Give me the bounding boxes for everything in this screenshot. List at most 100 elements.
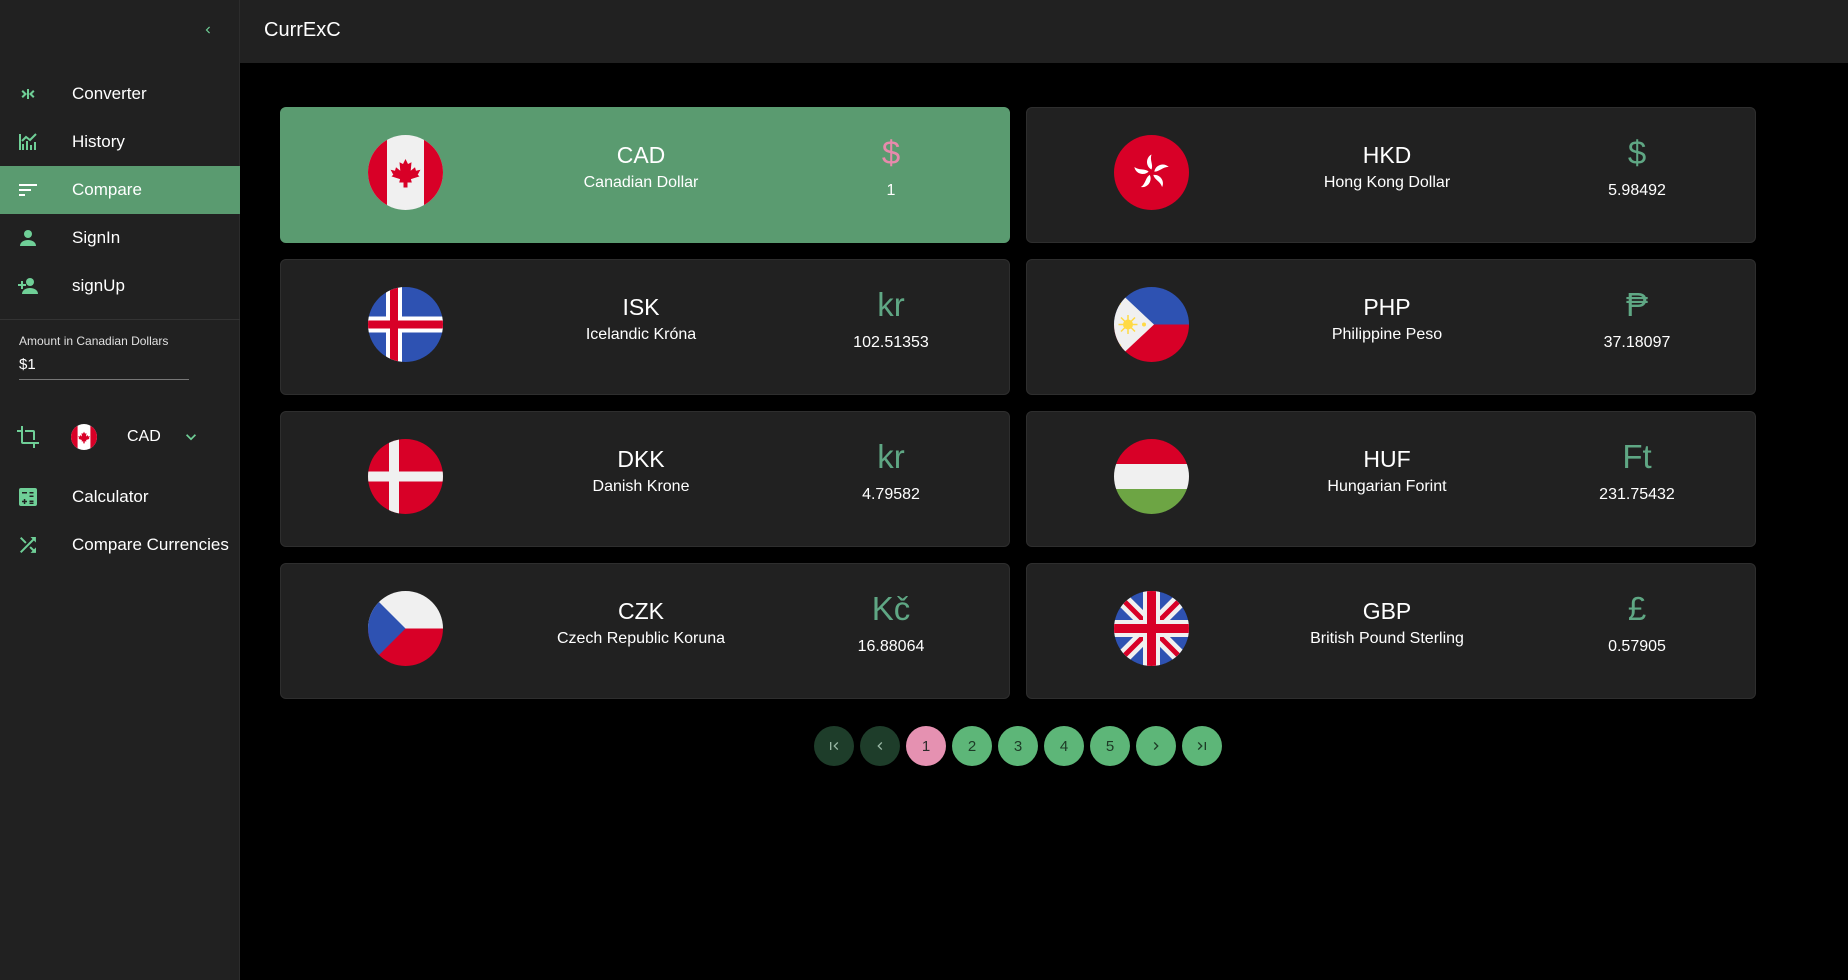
currency-code: HKD bbox=[1362, 142, 1412, 168]
canada-flag-icon bbox=[71, 424, 97, 450]
nav-label-signup: signUp bbox=[72, 276, 125, 295]
canada-flag-icon bbox=[368, 135, 443, 210]
next-page-button[interactable] bbox=[1136, 726, 1176, 766]
nav-label-compare: Compare bbox=[72, 180, 142, 199]
currency-symbol: kr bbox=[877, 286, 905, 323]
currency-rate: 1 bbox=[886, 182, 896, 199]
nav-item-signup[interactable]: signUp bbox=[0, 262, 240, 310]
base-currency-code: CAD bbox=[127, 428, 161, 445]
currency-code: CZK bbox=[618, 598, 664, 624]
first-page-icon bbox=[830, 742, 839, 750]
currency-name: Hong Kong Dollar bbox=[1323, 174, 1451, 191]
currency-code: CAD bbox=[616, 142, 666, 168]
app-title: CurrExC bbox=[264, 19, 341, 41]
currency-rate: 4.79582 bbox=[862, 486, 920, 503]
currency-card-gbp[interactable]: GBP British Pound Sterling £ 0.57905 bbox=[1026, 563, 1756, 699]
currency-symbol: Ft bbox=[1622, 438, 1652, 475]
nav-item-calculator[interactable]: Calculator bbox=[0, 473, 240, 521]
previous-page-button[interactable] bbox=[860, 726, 900, 766]
page-button-2[interactable]: 2 bbox=[952, 726, 992, 766]
amount-input[interactable] bbox=[19, 354, 189, 380]
nav-label-compare-currencies: Compare Currencies bbox=[72, 535, 229, 554]
last-page-button[interactable] bbox=[1182, 726, 1222, 766]
calculator-icon bbox=[0, 485, 56, 509]
collapse-sidebar-button[interactable] bbox=[196, 18, 220, 42]
currency-name: Hungarian Forint bbox=[1327, 478, 1447, 495]
currency-rate: 16.88064 bbox=[857, 638, 925, 655]
base-currency-row: CAD bbox=[0, 412, 240, 462]
nav-item-converter[interactable]: Converter bbox=[0, 70, 240, 118]
currency-card-hkd[interactable]: HKD Hong Kong Dollar $ 5.98492 bbox=[1026, 107, 1756, 243]
currency-code: HUF bbox=[1363, 446, 1411, 472]
currency-card-dkk[interactable]: DKK Danish Krone kr 4.79582 bbox=[280, 411, 1010, 547]
currency-symbol: kr bbox=[877, 438, 905, 475]
currency-card-php[interactable]: PHP Philippine Peso ₱ 37.18097 bbox=[1026, 259, 1756, 395]
currency-card-isk[interactable]: ISK Icelandic Króna kr 102.51353 bbox=[280, 259, 1010, 395]
currency-code: PHP bbox=[1363, 294, 1411, 320]
tools-nav: Calculator Compare Currencies bbox=[0, 473, 240, 569]
uk-flag-icon bbox=[1114, 591, 1189, 666]
hongkong-flag-icon bbox=[1114, 135, 1189, 210]
nav-label-history: History bbox=[72, 132, 125, 151]
page-button-4[interactable]: 4 bbox=[1044, 726, 1084, 766]
currency-rate: 102.51353 bbox=[853, 334, 929, 351]
currency-rate: 5.98492 bbox=[1608, 182, 1666, 199]
nav-item-signin[interactable]: SignIn bbox=[0, 214, 240, 262]
denmark-flag-icon bbox=[368, 439, 443, 514]
iceland-flag-icon bbox=[368, 287, 443, 362]
czech-flag-icon bbox=[368, 591, 443, 666]
sidebar: Converter History Compare SignIn signUp … bbox=[0, 0, 240, 980]
nav-label-converter: Converter bbox=[72, 84, 147, 103]
currency-name: Philippine Peso bbox=[1331, 326, 1443, 343]
currency-code: ISK bbox=[622, 294, 660, 320]
app-root: Converter History Compare SignIn signUp … bbox=[0, 0, 1848, 980]
currency-name: Canadian Dollar bbox=[583, 174, 699, 191]
page-button-3[interactable]: 3 bbox=[998, 726, 1038, 766]
page-button-5[interactable]: 5 bbox=[1090, 726, 1130, 766]
chevron-down-icon bbox=[181, 427, 201, 447]
pagination: 1 2 3 4 5 bbox=[814, 726, 1222, 766]
currency-rate: 0.57905 bbox=[1608, 638, 1666, 655]
amount-field-group: Amount in Canadian Dollars bbox=[19, 334, 189, 380]
top-app-bar: CurrExC bbox=[240, 0, 1848, 63]
currency-symbol: $ bbox=[881, 134, 901, 171]
chevron-left-icon bbox=[205, 26, 210, 34]
currency-symbol: $ bbox=[1627, 134, 1647, 171]
main-nav: Converter History Compare SignIn signUp bbox=[0, 70, 240, 310]
page-button-1[interactable]: 1 bbox=[906, 726, 946, 766]
nav-item-history[interactable]: History bbox=[0, 118, 240, 166]
base-currency-select[interactable]: CAD bbox=[56, 424, 201, 450]
history-chart-icon bbox=[0, 130, 56, 154]
person-icon bbox=[0, 226, 56, 250]
currency-symbol: ₱ bbox=[1625, 286, 1648, 323]
hungary-flag-icon bbox=[1114, 439, 1189, 514]
currency-rate: 37.18097 bbox=[1603, 334, 1671, 351]
currency-card-czk[interactable]: CZK Czech Republic Koruna Kč 16.88064 bbox=[280, 563, 1010, 699]
currency-name: Czech Republic Koruna bbox=[556, 630, 726, 647]
converter-icon bbox=[0, 82, 56, 106]
philippines-flag-icon bbox=[1114, 287, 1189, 362]
nav-label-signin: SignIn bbox=[72, 228, 121, 247]
currency-symbol: Kč bbox=[871, 590, 911, 627]
currency-name: Danish Krone bbox=[592, 478, 690, 495]
chevron-right-icon bbox=[1153, 742, 1159, 750]
currency-code: GBP bbox=[1362, 598, 1412, 624]
nav-label-calculator: Calculator bbox=[72, 487, 149, 506]
currency-code: DKK bbox=[617, 446, 665, 472]
last-page-icon bbox=[1197, 742, 1206, 750]
compare-sort-icon bbox=[0, 178, 56, 202]
currency-name: Icelandic Króna bbox=[585, 326, 697, 343]
currency-rate: 231.75432 bbox=[1599, 486, 1675, 503]
person-add-icon bbox=[0, 274, 56, 298]
nav-item-compare[interactable]: Compare bbox=[0, 166, 240, 214]
crop-icon bbox=[0, 425, 56, 449]
amount-label: Amount in Canadian Dollars bbox=[19, 334, 169, 348]
sidebar-divider bbox=[0, 319, 240, 320]
currency-name: British Pound Sterling bbox=[1310, 630, 1464, 647]
currency-card-cad[interactable]: CAD Canadian Dollar $ 1 bbox=[280, 107, 1010, 243]
first-page-button[interactable] bbox=[814, 726, 854, 766]
chevron-left-icon bbox=[877, 742, 883, 750]
currency-card-huf[interactable]: HUF Hungarian Forint Ft 231.75432 bbox=[1026, 411, 1756, 547]
shuffle-icon bbox=[0, 533, 56, 557]
nav-item-compare-currencies[interactable]: Compare Currencies bbox=[0, 521, 240, 569]
